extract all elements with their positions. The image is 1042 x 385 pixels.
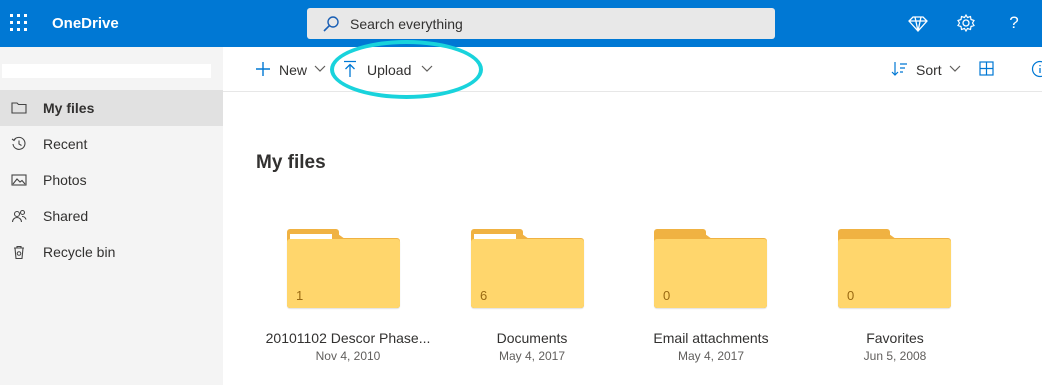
- folder-date: Nov 4, 2010: [315, 349, 381, 363]
- app-title[interactable]: OneDrive: [52, 15, 119, 32]
- folder-icon: 1: [287, 229, 400, 308]
- folder-icon: 6: [471, 229, 584, 308]
- sidebar-item-my-files[interactable]: My files: [0, 90, 223, 126]
- trash-icon: [14, 245, 24, 260]
- command-bar: New Upload Sort: [223, 47, 1042, 92]
- photo-icon: [11, 174, 27, 186]
- search-input[interactable]: Search everything: [307, 8, 775, 39]
- sidebar-item-photos[interactable]: Photos: [0, 162, 223, 198]
- grid-view-icon: [979, 61, 994, 76]
- search-placeholder: Search everything: [350, 16, 463, 32]
- sidebar-item-recent[interactable]: Recent: [0, 126, 223, 162]
- info-icon: [1031, 60, 1042, 78]
- plus-icon: [256, 62, 270, 76]
- upload-button[interactable]: Upload: [341, 47, 436, 91]
- chevron-down-icon: [949, 65, 961, 72]
- top-bar: OneDrive Search everything ?: [0, 0, 1042, 47]
- sidebar-item-shared[interactable]: Shared: [0, 198, 223, 234]
- chevron-down-icon: [314, 65, 326, 72]
- history-icon: [11, 136, 26, 150]
- search-icon: [323, 16, 339, 32]
- sidebar-item-recycle-bin[interactable]: Recycle bin: [0, 234, 223, 270]
- folder-tile[interactable]: 0 Favorites Jun 5, 2008: [803, 229, 987, 369]
- app-launcher-icon[interactable]: [10, 14, 28, 32]
- folder-name[interactable]: 20101102 Descor Phase...: [256, 330, 440, 346]
- premium-diamond-icon[interactable]: [907, 12, 929, 34]
- folder-tile[interactable]: 0 Email attachments May 4, 2017: [619, 229, 803, 369]
- new-label: New: [279, 62, 308, 78]
- sidebar-item-label: Shared: [43, 208, 89, 224]
- info-pane-button[interactable]: [1029, 47, 1042, 91]
- folder-item-count: 0: [663, 288, 671, 303]
- folder-tile[interactable]: 1 20101102 Descor Phase... Nov 4, 2010: [256, 229, 440, 369]
- left-navigation: My files Recent Photos Shared Recycle bi…: [0, 47, 223, 385]
- folder-icon: [11, 102, 27, 114]
- folder-name[interactable]: Favorites: [803, 330, 987, 346]
- sidebar-item-label: Recycle bin: [43, 244, 116, 260]
- folder-name[interactable]: Email attachments: [619, 330, 803, 346]
- page-title: My files: [256, 152, 326, 173]
- folder-date: May 4, 2017: [498, 349, 566, 363]
- folder-item-count: 6: [480, 288, 488, 303]
- sort-icon: [891, 62, 907, 76]
- folder-name[interactable]: Documents: [440, 330, 624, 346]
- sort-button[interactable]: Sort: [891, 47, 966, 91]
- folder-date: Jun 5, 2008: [863, 349, 927, 363]
- account-name-redacted: [2, 64, 211, 78]
- folder-tile[interactable]: 6 Documents May 4, 2017: [440, 229, 624, 369]
- sidebar-item-label: Photos: [43, 172, 87, 188]
- folder-icon: 0: [654, 229, 767, 308]
- sidebar-item-label: Recent: [43, 136, 88, 152]
- help-icon[interactable]: ?: [1003, 12, 1025, 34]
- folder-item-count: 1: [296, 288, 304, 303]
- chevron-down-icon: [421, 65, 433, 72]
- new-button[interactable]: New: [253, 47, 328, 91]
- folder-icon: 0: [838, 229, 951, 308]
- upload-icon: [344, 60, 356, 77]
- folder-item-count: 0: [847, 288, 855, 303]
- sidebar-item-label: My files: [43, 100, 95, 116]
- folder-date: May 4, 2017: [677, 349, 745, 363]
- view-options-button[interactable]: [977, 47, 997, 91]
- sort-label: Sort: [916, 62, 942, 78]
- settings-gear-icon[interactable]: [955, 12, 977, 34]
- upload-label: Upload: [367, 62, 412, 78]
- people-icon: [11, 209, 27, 223]
